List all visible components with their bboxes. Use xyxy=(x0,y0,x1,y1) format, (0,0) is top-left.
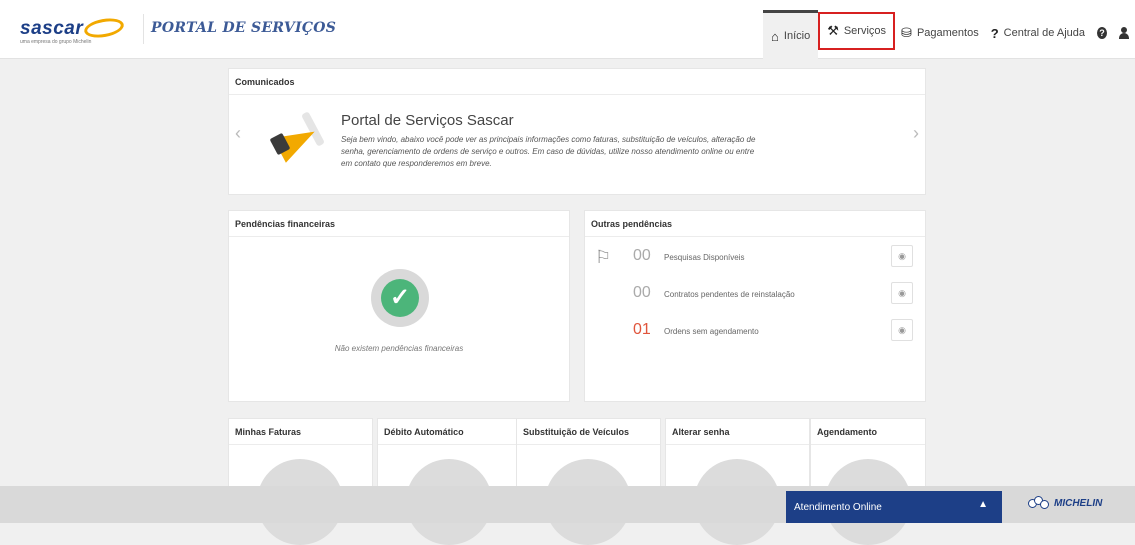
view-eye-button[interactable]: ◉ xyxy=(891,282,913,304)
tile-label: Débito Automático xyxy=(378,419,521,445)
comunicados-card: Comunicados ‹ Portal de Serviços Sascar … xyxy=(228,68,926,195)
main-nav: ⌂ Início ⚒ Serviços ⛁ Pagamentos ? Centr… xyxy=(763,0,1135,59)
pendencia-count: 01 xyxy=(633,321,651,338)
comunicado-title: Portal de Serviços Sascar xyxy=(341,112,514,129)
help-circle-button[interactable]: ? xyxy=(1091,10,1113,56)
view-eye-button[interactable]: ◉ xyxy=(891,319,913,341)
outras-pendencias-card: Outras pendências ⚐ 00 Pesquisas Disponí… xyxy=(584,210,926,402)
tools-icon: ⚒ xyxy=(827,23,839,38)
home-icon: ⌂ xyxy=(771,28,779,44)
pendencia-label: Ordens sem agendamento xyxy=(664,327,759,336)
pendencia-label: Contratos pendentes de reinstalação xyxy=(664,290,795,299)
nav-servicos[interactable]: ⚒ Serviços xyxy=(818,12,896,50)
tile-label: Agendamento xyxy=(811,419,925,445)
top-header: sascar uma empresa do grupo Michelin POR… xyxy=(0,0,1135,59)
header-divider xyxy=(143,14,144,44)
pendencias-financeiras-card: Pendências financeiras ✓ Não existem pen… xyxy=(228,210,570,402)
comunicado-text: Seja bem vindo, abaixo você pode ver as … xyxy=(341,135,756,168)
pendencia-count: 00 xyxy=(633,247,651,264)
pendencia-label: Pesquisas Disponíveis xyxy=(664,253,745,262)
portal-title: PORTAL DE SERVIÇOS xyxy=(151,20,337,36)
nav-inicio-label: Início xyxy=(783,30,811,42)
chevron-up-icon: ▲ xyxy=(978,499,988,510)
carousel-next-button[interactable]: › xyxy=(913,123,919,144)
tile-label: Alterar senha xyxy=(666,419,809,445)
pendencia-count: 00 xyxy=(633,284,651,301)
nav-servicos-label: Serviços xyxy=(843,25,887,37)
tile-label: Substituição de Veículos xyxy=(517,419,660,445)
logo-swoosh-icon xyxy=(82,15,126,41)
success-check-icon: ✓ xyxy=(371,269,429,327)
logo-subtitle: uma empresa do grupo Michelin xyxy=(20,39,92,45)
pendencia-row: 00 Contratos pendentes de reinstalação ◉ xyxy=(585,282,925,306)
pendencia-row: 01 Ordens sem agendamento ◉ xyxy=(585,319,925,343)
chat-label: Atendimento Online xyxy=(794,501,882,513)
financeiras-header: Pendências financeiras xyxy=(229,211,569,237)
pendencia-row: ⚐ 00 Pesquisas Disponíveis ◉ xyxy=(585,245,925,269)
view-eye-button[interactable]: ◉ xyxy=(891,245,913,267)
nav-central-label: Central de Ajuda xyxy=(1003,27,1085,39)
michelin-bibendum-icon xyxy=(1028,496,1050,510)
megaphone-icon xyxy=(267,109,331,163)
carousel-prev-button[interactable]: ‹ xyxy=(235,123,241,144)
flag-icon: ⚐ xyxy=(595,247,612,267)
outras-header: Outras pendências xyxy=(585,211,925,237)
logo-text: sascar xyxy=(20,18,84,39)
tile-label: Minhas Faturas xyxy=(229,419,372,445)
sascar-logo[interactable]: sascar uma empresa do grupo Michelin xyxy=(20,14,140,46)
michelin-text: MICHELIN xyxy=(1054,497,1103,509)
help-circle-icon: ? xyxy=(1097,27,1107,39)
question-icon: ? xyxy=(990,25,999,41)
comunicados-header: Comunicados xyxy=(229,69,925,95)
payment-icon: ⛁ xyxy=(901,25,912,40)
michelin-logo: MICHELIN xyxy=(1028,496,1102,510)
footer-bar: Atendimento Online ▲ MICHELIN xyxy=(0,486,1135,523)
financeiras-empty-text: Não existem pendências financeiras xyxy=(334,344,464,353)
nav-pagamentos[interactable]: ⛁ Pagamentos xyxy=(895,10,985,56)
user-icon xyxy=(1119,27,1129,39)
user-button[interactable] xyxy=(1113,10,1135,56)
nav-pagamentos-label: Pagamentos xyxy=(916,27,979,39)
atendimento-online-button[interactable]: Atendimento Online ▲ xyxy=(786,491,1002,523)
nav-central-ajuda[interactable]: ? Central de Ajuda xyxy=(985,10,1091,56)
nav-inicio[interactable]: ⌂ Início xyxy=(763,10,819,59)
